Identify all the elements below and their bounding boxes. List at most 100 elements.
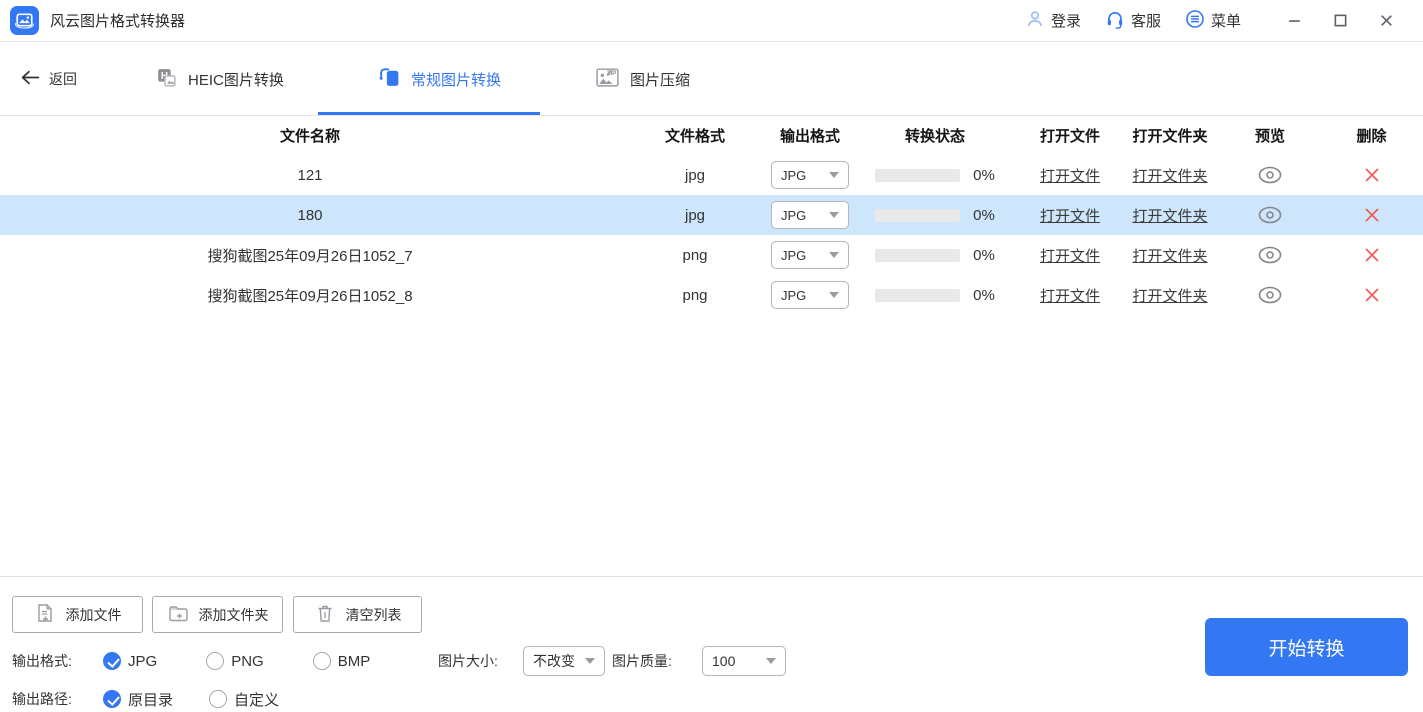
preview-eye-icon[interactable] (1257, 166, 1283, 184)
image-size-select[interactable]: 不改变 (523, 646, 605, 676)
clear-list-button[interactable]: 清空列表 (293, 596, 422, 633)
output-format-value: JPG (781, 248, 806, 263)
maximize-button[interactable] (1317, 5, 1363, 37)
open-file-link[interactable]: 打开文件 (1040, 248, 1100, 265)
back-label: 返回 (49, 69, 77, 89)
delete-x-icon[interactable] (1364, 207, 1380, 223)
titlebar: 风云图片格式转换器 登录 客服 (0, 0, 1423, 42)
close-button[interactable] (1363, 5, 1409, 37)
chevron-down-icon (829, 172, 839, 178)
output-format-value: JPG (781, 288, 806, 303)
open-folder-link[interactable]: 打开文件夹 (1132, 288, 1207, 305)
table-row[interactable]: 180 jpg JPG 0% 打开文件 打开文件夹 (0, 195, 1423, 235)
open-file-link[interactable]: 打开文件 (1040, 288, 1100, 305)
add-file-label: 添加文件 (66, 605, 122, 625)
output-format-select[interactable]: JPG (771, 201, 849, 229)
file-format: jpg (620, 167, 770, 184)
output-path-radios: 原目录 自定义 (103, 684, 279, 712)
radio-icon (206, 652, 224, 670)
radio-option[interactable]: JPG (103, 652, 157, 670)
open-file-link[interactable]: 打开文件 (1040, 168, 1100, 185)
radio-label: 原目录 (128, 689, 173, 710)
column-header-file-name: 文件名称 (0, 125, 620, 146)
person-icon (1025, 9, 1045, 33)
tab-heic-label: HEIC图片转换 (188, 69, 284, 90)
add-folder-button[interactable]: 添加文件夹 (152, 596, 283, 633)
file-format: jpg (620, 207, 770, 224)
table-row[interactable]: 搜狗截图25年09月26日1052_8 png JPG 0% 打开文件 打开文件… (0, 275, 1423, 315)
active-tab-underline (318, 112, 540, 115)
back-button[interactable]: 返回 (20, 42, 77, 116)
preview-eye-icon[interactable] (1257, 286, 1283, 304)
output-format-select[interactable]: JPG (771, 281, 849, 309)
menu-label: 菜单 (1211, 10, 1241, 31)
radio-icon (103, 652, 121, 670)
output-format-select[interactable]: JPG (771, 161, 849, 189)
tab-heic-convert[interactable]: H HEIC图片转换 (155, 42, 284, 116)
headset-icon (1105, 9, 1125, 33)
add-folder-label: 添加文件夹 (199, 605, 269, 625)
radio-label: JPG (128, 653, 157, 670)
open-folder-link[interactable]: 打开文件夹 (1132, 248, 1207, 265)
file-format: png (620, 247, 770, 264)
tab-regular-convert[interactable]: 常规图片转换 (378, 42, 501, 116)
image-size-label: 图片大小: (438, 646, 498, 676)
image-quality-value: 100 (712, 653, 735, 669)
minimize-button[interactable] (1271, 5, 1317, 37)
login-label: 登录 (1051, 10, 1081, 31)
progress-bar (875, 209, 960, 222)
zip-compress-icon: ZIP (595, 66, 620, 93)
clear-list-label: 清空列表 (346, 605, 402, 625)
radio-option[interactable]: 自定义 (209, 689, 279, 710)
delete-x-icon[interactable] (1364, 167, 1380, 183)
output-format-select[interactable]: JPG (771, 241, 849, 269)
table-row[interactable]: 搜狗截图25年09月26日1052_7 png JPG 0% 打开文件 打开文件… (0, 235, 1423, 275)
chevron-down-icon (829, 212, 839, 218)
footer-panel: 添加文件 添加文件夹 清空列表 输出格式: JPG PNG (0, 576, 1423, 712)
tabbar: 返回 H HEIC图片转换 常规图片转换 (0, 42, 1423, 116)
tab-zip-label: 图片压缩 (630, 69, 690, 90)
open-folder-link[interactable]: 打开文件夹 (1132, 168, 1207, 185)
output-format-radios: JPG PNG BMP (103, 646, 370, 676)
titlebar-right: 登录 客服 菜单 (1025, 5, 1409, 37)
preview-eye-icon[interactable] (1257, 206, 1283, 224)
preview-eye-icon[interactable] (1257, 246, 1283, 264)
progress-bar (875, 249, 960, 262)
delete-x-icon[interactable] (1364, 247, 1380, 263)
radio-option[interactable]: PNG (206, 652, 264, 670)
progress-value: 0% (973, 207, 995, 224)
login-button[interactable]: 登录 (1025, 9, 1081, 33)
image-quality-label: 图片质量: (612, 646, 672, 676)
table-header: 文件名称 文件格式 输出格式 转换状态 打开文件 打开文件夹 预览 删除 (0, 116, 1423, 155)
table-row[interactable]: 121 jpg JPG 0% 打开文件 打开文件夹 (0, 155, 1423, 195)
app-window: { "colors": { "accent": "#3377F2", "sele… (0, 0, 1423, 712)
window-controls (1271, 5, 1409, 37)
radio-option[interactable]: 原目录 (103, 689, 173, 710)
delete-x-icon[interactable] (1364, 287, 1380, 303)
heic-convert-icon: H (155, 66, 178, 93)
chevron-down-icon (585, 658, 595, 664)
add-file-button[interactable]: 添加文件 (12, 596, 143, 633)
svg-text:ZIP: ZIP (607, 70, 617, 77)
open-file-link[interactable]: 打开文件 (1040, 208, 1100, 225)
column-header-status: 转换状态 (850, 125, 1020, 146)
customer-service-label: 客服 (1131, 10, 1161, 31)
file-name: 搜狗截图25年09月26日1052_7 (0, 245, 620, 266)
image-quality-select[interactable]: 100 (702, 646, 786, 676)
open-folder-link[interactable]: 打开文件夹 (1132, 208, 1207, 225)
radio-label: PNG (231, 653, 264, 670)
file-format: png (620, 287, 770, 304)
menu-button[interactable]: 菜单 (1185, 9, 1241, 33)
tab-image-compress[interactable]: ZIP 图片压缩 (595, 42, 690, 116)
customer-service-button[interactable]: 客服 (1105, 9, 1161, 33)
regular-convert-icon (378, 66, 401, 93)
conversion-status: 0% (850, 287, 1020, 304)
progress-bar (875, 169, 960, 182)
column-header-delete: 删除 (1320, 125, 1423, 146)
output-format-value: JPG (781, 208, 806, 223)
output-format-value: JPG (781, 168, 806, 183)
column-header-output-format: 输出格式 (770, 125, 850, 146)
start-convert-button[interactable]: 开始转换 (1205, 618, 1408, 676)
radio-option[interactable]: BMP (313, 652, 371, 670)
file-name: 180 (0, 207, 620, 224)
